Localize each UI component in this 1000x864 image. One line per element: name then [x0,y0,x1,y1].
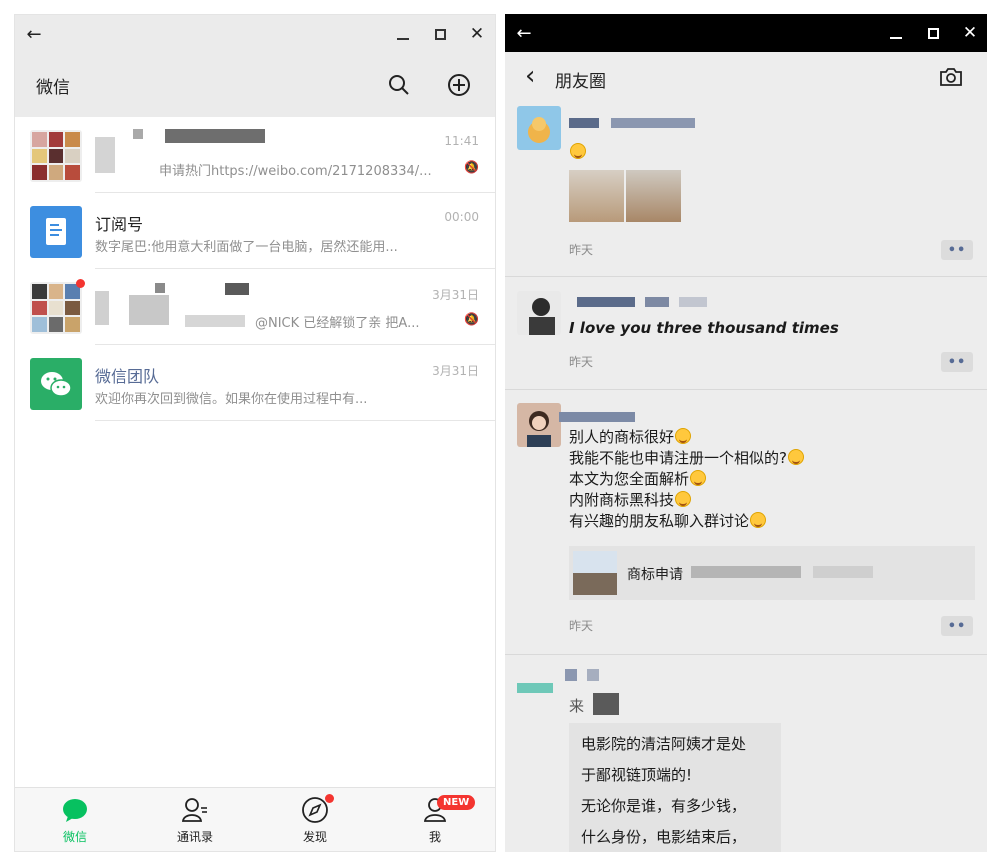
link-card[interactable]: 商标申请 [569,546,975,600]
left-appbar: 微信 [15,53,495,117]
moment-post: 别人的商标很好 我能不能也申请注册一个相似的? 本文为您全面解析 内附商标黑科技… [505,390,987,655]
back-arrow-icon[interactable]: ← [505,14,543,52]
chat-list-item[interactable]: 申请热门https://weibo.com/2171208334/... 11:… [15,117,495,193]
photo-thumbnail[interactable] [626,170,681,222]
more-actions-button[interactable]: •• [941,240,973,260]
page-title: 微信 [36,78,70,98]
post-time: 昨天 [569,243,594,257]
chat-name: 订阅号 [95,215,144,234]
more-actions-button[interactable]: •• [941,352,973,372]
emoji-icon [750,512,767,528]
maximize-icon[interactable] [421,15,459,53]
wechat-chat-window: ← ✕ 微信 申请热门https://weibo.com/2171208334/… [14,14,496,852]
chat-time: 11:41 [444,134,479,148]
post-time: 昨天 [569,355,594,369]
group-avatar [30,130,82,182]
post-text: 别人的商标很好 我能不能也申请注册一个相似的? 本文为您全面解析 内附商标黑科技… [569,427,804,532]
mute-bell-icon: 🔕 [464,160,479,174]
moment-post: 来 电影院的清洁阿姨才是处 于鄙视链顶端的! 无论你是谁，有多少钱， 什么身份，… [505,655,987,852]
more-actions-button[interactable]: •• [941,616,973,636]
minimize-icon[interactable] [384,15,422,53]
tab-chats[interactable]: 微信 [15,788,135,851]
emoji-icon [570,143,586,159]
subscription-avatar [30,206,82,258]
moment-post: 昨天 •• [505,104,987,277]
chat-time: 3月31日 [432,288,479,302]
chat-time: 00:00 [444,210,479,224]
chat-bubble-icon [63,799,87,822]
chat-list-item[interactable]: 订阅号 数字尾巴:他用意大利面做了一台电脑，居然还能用... 00:00 [15,193,495,269]
wechat-team-avatar [30,358,82,410]
discover-dot [325,794,334,803]
close-icon[interactable]: ✕ [951,14,987,52]
unread-dot [76,279,85,288]
post-images[interactable] [569,170,681,222]
chat-list-item[interactable]: @NICK 已经解锁了亲 把A... 3月31日 🔕 [15,269,495,345]
right-titlebar: ← ✕ [505,14,987,52]
moments-window: ← ✕ ‹ 朋友圈 昨天 •• I love you three thousan… [505,14,987,852]
link-thumbnail [573,551,617,595]
user-avatar[interactable] [517,403,561,447]
bottom-tab-bar: 微信 通讯录 发现 NEW 我 [15,787,495,851]
chat-list-item[interactable]: 微信团队 欢迎你再次回到微信。如果你在使用过程中有... 3月31日 [15,345,495,421]
chat-preview: 申请热门https://weibo.com/2171208334/... [159,164,432,179]
left-titlebar: ← ✕ [15,15,495,53]
close-icon[interactable]: ✕ [458,15,495,53]
post-text: I love you three thousand times [569,319,839,337]
chat-time: 3月31日 [432,364,479,378]
group-avatar [30,282,82,334]
add-icon[interactable] [441,67,477,103]
moment-post: I love you three thousand times 昨天 •• [505,277,987,390]
chat-preview: 数字尾巴:他用意大利面做了一台电脑，居然还能用... [95,240,398,255]
emoji-icon [787,449,804,465]
shared-article-card[interactable]: 电影院的清洁阿姨才是处 于鄙视链顶端的! 无论你是谁，有多少钱， 什么身份，电影… [569,723,781,852]
tab-contacts[interactable]: 通讯录 [135,788,255,851]
link-title: 商标申请 [627,567,683,583]
chat-preview: @NICK 已经解锁了亲 把A... [255,316,420,331]
camera-icon[interactable] [939,66,963,92]
photo-thumbnail[interactable] [569,170,624,222]
contacts-icon [181,798,207,822]
minimize-icon[interactable] [877,14,915,52]
back-arrow-icon[interactable]: ← [15,15,53,53]
new-badge: NEW [437,795,476,810]
chat-name: 微信团队 [95,367,160,386]
back-chevron-icon[interactable]: ‹ [525,62,535,90]
search-icon[interactable] [381,67,417,103]
moments-appbar: ‹ 朋友圈 [505,52,987,104]
emoji-icon [690,470,707,486]
post-time: 昨天 [569,619,594,633]
page-title: 朋友圈 [555,72,606,92]
user-avatar[interactable] [517,106,561,150]
emoji-icon [675,428,692,444]
post-prefix: 来 [569,697,585,715]
chat-preview: 欢迎你再次回到微信。如果你在使用过程中有... [95,392,368,407]
tab-me[interactable]: NEW 我 [375,788,495,851]
mute-bell-icon: 🔕 [464,312,479,326]
user-avatar[interactable] [517,291,561,335]
maximize-icon[interactable] [914,14,952,52]
tab-discover[interactable]: 发现 [255,788,375,851]
emoji-icon [675,491,692,507]
